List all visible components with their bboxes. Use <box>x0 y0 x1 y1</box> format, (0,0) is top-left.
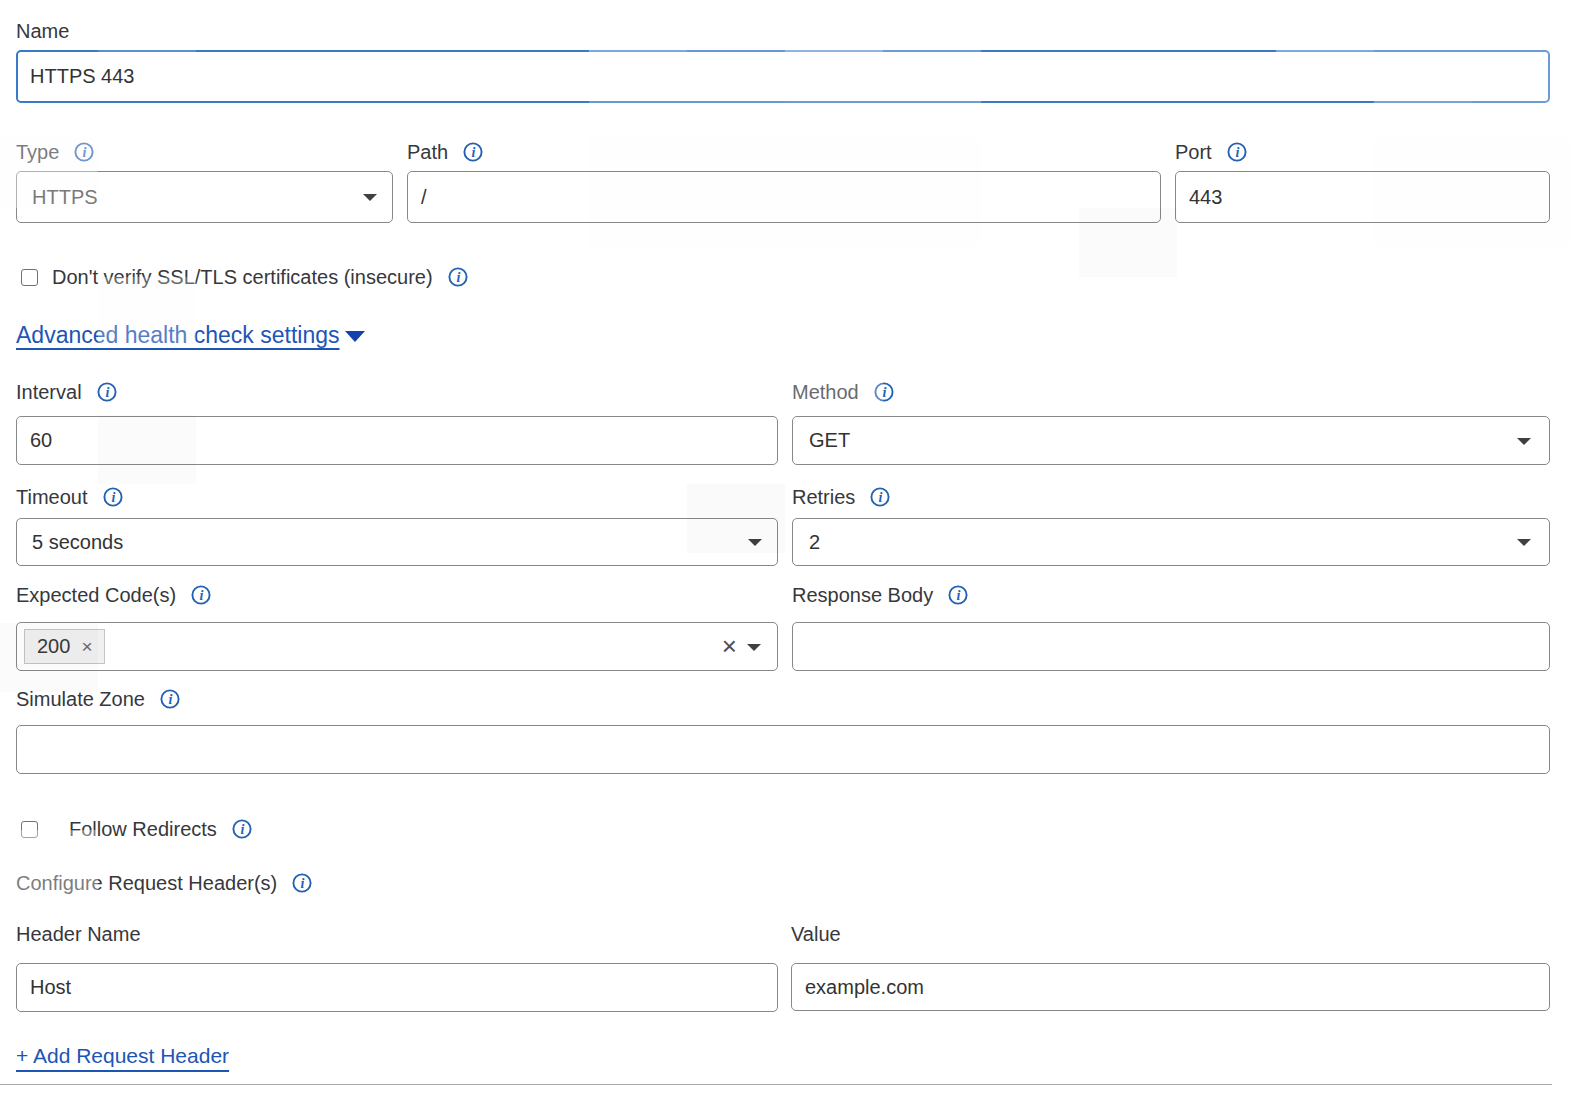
svg-text:i: i <box>111 490 115 505</box>
svg-text:i: i <box>240 822 244 837</box>
svg-text:i: i <box>456 270 460 285</box>
svg-text:i: i <box>879 490 883 505</box>
svg-text:i: i <box>957 588 961 603</box>
svg-text:i: i <box>301 876 305 891</box>
svg-text:i: i <box>83 145 87 160</box>
svg-text:i: i <box>200 588 204 603</box>
svg-text:i: i <box>472 145 476 160</box>
svg-text:i: i <box>168 692 172 707</box>
svg-text:i: i <box>105 385 109 400</box>
svg-text:i: i <box>882 385 886 400</box>
svg-text:i: i <box>1235 145 1239 160</box>
